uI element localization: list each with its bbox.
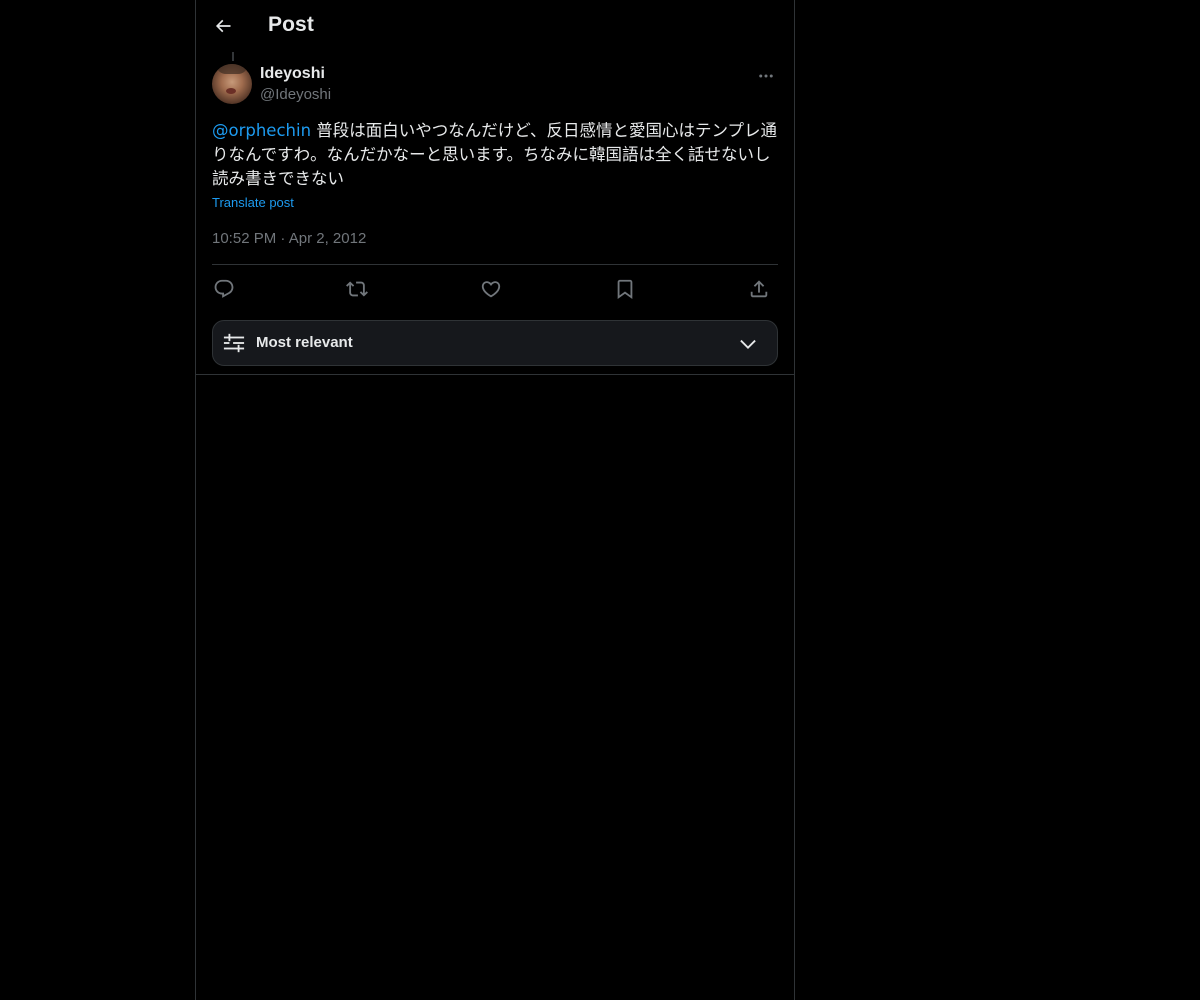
chevron-down-icon (740, 339, 756, 349)
post-time[interactable]: 10:52 PM (212, 230, 276, 247)
bookmark-button[interactable] (608, 272, 642, 306)
timestamp-separator: · (280, 230, 286, 247)
sliders-icon (223, 333, 245, 353)
sort-label: Most relevant (256, 334, 353, 351)
section-divider (196, 374, 794, 375)
back-button[interactable] (206, 9, 240, 43)
author-handle[interactable]: @Ideyoshi (260, 86, 331, 103)
arrow-left-icon (215, 19, 231, 33)
share-icon (750, 280, 768, 298)
post-author: Ideyoshi @Ideyoshi (212, 64, 778, 108)
post-text: @orphechin 普段は面白いやつなんだけど、反日感情と愛国心はテンプレ通り… (212, 119, 778, 191)
more-horizontal-icon (759, 74, 773, 78)
like-button[interactable] (474, 272, 508, 306)
reply-sort-dropdown[interactable]: Most relevant (212, 320, 778, 366)
avatar[interactable] (212, 64, 252, 104)
repost-button[interactable] (340, 272, 374, 306)
share-button[interactable] (742, 272, 776, 306)
more-options-button[interactable] (754, 64, 778, 88)
top-bar: Post (196, 0, 794, 53)
bookmark-icon (617, 279, 633, 300)
avatar-mouth (226, 88, 236, 94)
main-column: Post Ideyoshi @Ideyoshi @orphechin 普段は面白… (195, 0, 795, 1000)
author-display-name[interactable]: Ideyoshi (260, 65, 325, 83)
post-actions (212, 272, 778, 306)
translate-post-link[interactable]: Translate post (212, 195, 294, 210)
repost-icon (346, 281, 368, 297)
thread-connector (232, 52, 234, 61)
page-title: Post (268, 13, 314, 36)
mention-link[interactable]: @orphechin (212, 121, 311, 140)
avatar-hair (216, 64, 248, 74)
reply-button[interactable] (207, 272, 241, 306)
reply-icon (214, 279, 234, 298)
post-timestamp: 10:52 PM · Apr 2, 2012 (212, 230, 366, 247)
divider (212, 264, 778, 265)
post-date[interactable]: Apr 2, 2012 (289, 230, 367, 247)
heart-icon (481, 281, 501, 298)
